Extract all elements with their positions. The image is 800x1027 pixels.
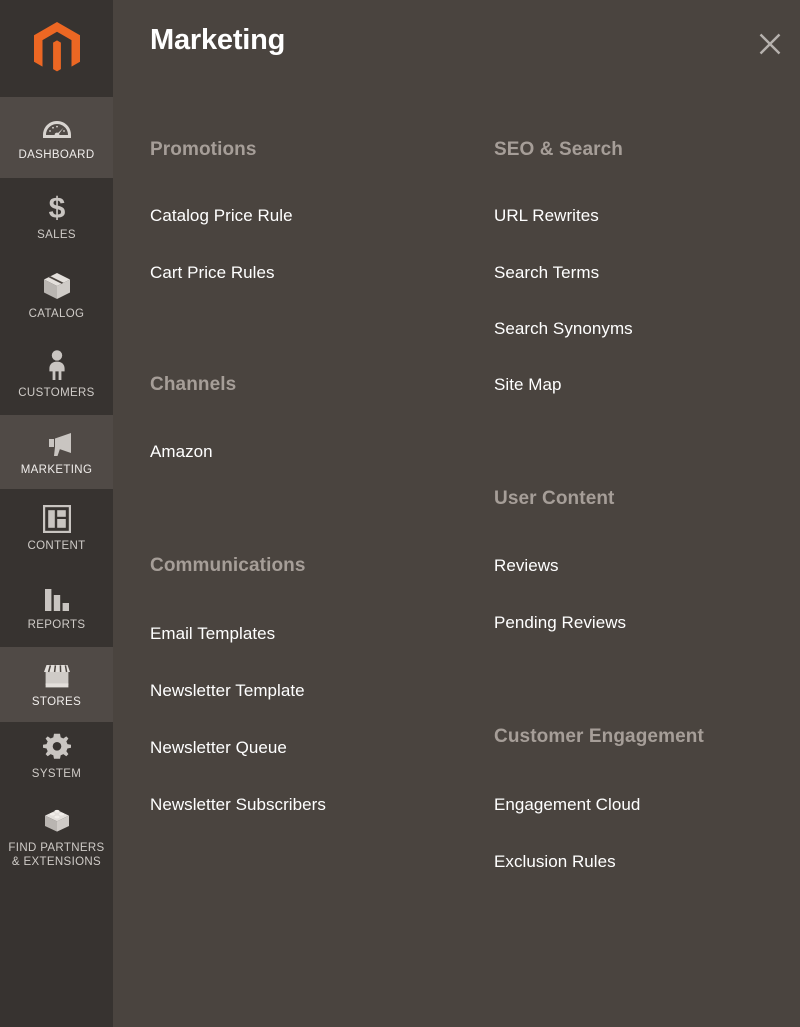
- panel-header: Marketing: [113, 0, 800, 90]
- sidebar-item-sales[interactable]: $ SALES: [0, 178, 113, 257]
- sidebar-item-reports[interactable]: REPORTS: [0, 568, 113, 647]
- box-icon: [42, 271, 72, 301]
- person-icon: [46, 350, 68, 380]
- sidebar-item-dashboard[interactable]: DASHBOARD: [0, 97, 113, 178]
- group-title: Customer Engagement: [494, 726, 704, 747]
- sidebar-item-label: SALES: [37, 229, 76, 241]
- close-icon: [759, 33, 781, 55]
- page-title: Marketing: [150, 24, 286, 56]
- menu-item-search-synonyms[interactable]: Search Synonyms: [494, 318, 794, 340]
- menu-item-cart-price-rules[interactable]: Cart Price Rules: [150, 262, 494, 284]
- megaphone-icon: [41, 427, 73, 457]
- menu-group-seo-search: SEO & Search URL Rewrites Search Terms S…: [494, 138, 794, 396]
- sidebar-item-system[interactable]: SYSTEM: [0, 722, 113, 798]
- layout-icon: [42, 503, 71, 533]
- close-button[interactable]: [753, 27, 787, 61]
- menu-item-reviews[interactable]: Reviews: [494, 555, 794, 577]
- brand-logo[interactable]: [0, 0, 113, 97]
- menu-item-catalog-price-rule[interactable]: Catalog Price Rule: [150, 205, 494, 227]
- sidebar-item-label: SYSTEM: [31, 767, 82, 780]
- group-title: User Content: [494, 488, 615, 509]
- sidebar-item-content[interactable]: CONTENT: [0, 489, 113, 568]
- sidebar-item-label: CONTENT: [27, 540, 86, 552]
- sidebar-item-catalog[interactable]: CATALOG: [0, 257, 113, 336]
- marketing-menu-panel: Marketing Promotions Catalog Price Rule …: [113, 0, 800, 1027]
- menu-item-site-map[interactable]: Site Map: [494, 374, 794, 396]
- admin-sidebar: DASHBOARD $ SALES CATALOG CUSTOMERS MARK…: [0, 0, 113, 1027]
- menu-group-communications: Communications Email Templates Newslette…: [150, 554, 494, 816]
- menu-item-pending-reviews[interactable]: Pending Reviews: [494, 612, 794, 634]
- menu-item-exclusion-rules[interactable]: Exclusion Rules: [494, 851, 794, 873]
- magento-admin-menu-overlay: DASHBOARD $ SALES CATALOG CUSTOMERS MARK…: [0, 0, 800, 1027]
- sidebar-item-label: MARKETING: [20, 463, 93, 476]
- gear-icon: [42, 733, 71, 761]
- menu-group-promotions: Promotions Catalog Price Rule Cart Price…: [150, 138, 494, 284]
- menu-group-channels: Channels Amazon: [150, 373, 494, 463]
- menu-item-newsletter-subscribers[interactable]: Newsletter Subscribers: [150, 794, 494, 816]
- menu-group-user-content: User Content Reviews Pending Reviews: [494, 487, 794, 634]
- sidebar-item-customers[interactable]: CUSTOMERS: [0, 336, 113, 415]
- menu-item-search-terms[interactable]: Search Terms: [494, 262, 794, 284]
- menu-item-url-rewrites[interactable]: URL Rewrites: [494, 205, 794, 227]
- sidebar-item-label: STORES: [31, 696, 82, 708]
- brick-icon: [42, 807, 72, 835]
- sidebar-item-find-partners[interactable]: FIND PARTNERS & EXTENSIONS: [0, 798, 113, 878]
- group-title: Channels: [150, 374, 237, 395]
- svg-text:$: $: [48, 192, 65, 222]
- sidebar-item-label: CUSTOMERS: [18, 387, 95, 399]
- sidebar-item-label: DASHBOARD: [18, 149, 95, 161]
- group-title: Communications: [150, 555, 306, 576]
- menu-group-customer-engagement: Customer Engagement Engagement Cloud Exc…: [494, 725, 794, 873]
- sidebar-item-label: REPORTS: [27, 619, 86, 631]
- menu-columns: Promotions Catalog Price Rule Cart Price…: [113, 90, 800, 873]
- storefront-icon: [42, 659, 72, 689]
- menu-item-engagement-cloud[interactable]: Engagement Cloud: [494, 794, 794, 816]
- menu-item-newsletter-template[interactable]: Newsletter Template: [150, 680, 494, 702]
- sidebar-item-marketing[interactable]: MARKETING: [0, 415, 113, 489]
- menu-item-email-templates[interactable]: Email Templates: [150, 623, 494, 645]
- dollar-icon: $: [46, 192, 68, 222]
- menu-column-right: SEO & Search URL Rewrites Search Terms S…: [494, 90, 794, 873]
- bar-chart-icon: [44, 582, 70, 612]
- menu-item-amazon[interactable]: Amazon: [150, 441, 494, 463]
- magento-logo-icon: [33, 22, 80, 72]
- gauge-icon: [42, 112, 72, 142]
- sidebar-item-stores[interactable]: STORES: [0, 647, 113, 722]
- menu-item-newsletter-queue[interactable]: Newsletter Queue: [150, 737, 494, 759]
- sidebar-item-label: CATALOG: [28, 308, 85, 320]
- group-title: SEO & Search: [494, 139, 623, 160]
- group-title: Promotions: [150, 139, 257, 160]
- sidebar-item-label: FIND PARTNERS & EXTENSIONS: [8, 841, 105, 868]
- menu-column-left: Promotions Catalog Price Rule Cart Price…: [150, 90, 494, 873]
